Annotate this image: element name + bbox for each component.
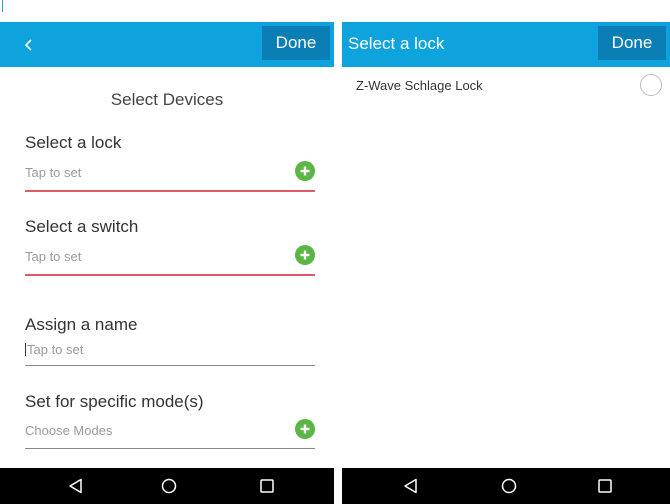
modes-field[interactable]: Set for specific mode(s) Choose Modes bbox=[25, 392, 315, 452]
assign-name-field[interactable]: Assign a name Tap to set bbox=[25, 315, 315, 369]
nav-recents-button[interactable] bbox=[256, 476, 278, 496]
back-button[interactable] bbox=[14, 30, 44, 60]
circle-home-icon bbox=[501, 478, 517, 494]
field-underline bbox=[25, 190, 315, 192]
add-lock-button[interactable] bbox=[295, 161, 315, 181]
lock-list-item[interactable]: Z-Wave Schlage Lock bbox=[342, 70, 670, 100]
field-placeholder: Tap to set bbox=[25, 249, 82, 264]
nav-recents-button[interactable] bbox=[594, 476, 616, 496]
field-underline bbox=[25, 365, 315, 366]
nav-home-button[interactable] bbox=[158, 476, 180, 496]
select-lock-screen: Select a lock Done Z-Wave Schlage Lock bbox=[342, 0, 670, 504]
status-indicator bbox=[2, 0, 3, 12]
add-switch-button[interactable] bbox=[295, 245, 315, 265]
status-bar bbox=[342, 0, 670, 22]
add-mode-button[interactable] bbox=[295, 419, 315, 439]
app-header: Done bbox=[0, 22, 334, 67]
name-input[interactable]: Tap to set bbox=[25, 342, 83, 357]
nav-back-button[interactable] bbox=[65, 476, 87, 496]
field-label: Set for specific mode(s) bbox=[25, 392, 204, 411]
chevron-left-icon bbox=[24, 39, 32, 51]
text-cursor bbox=[25, 343, 26, 356]
android-nav-bar bbox=[342, 468, 670, 504]
triangle-back-icon bbox=[69, 478, 82, 494]
field-label: Assign a name bbox=[25, 315, 138, 334]
header-title: Select a lock bbox=[348, 34, 445, 53]
nav-back-button[interactable] bbox=[400, 476, 422, 496]
android-nav-bar bbox=[0, 468, 334, 504]
status-bar bbox=[0, 0, 334, 22]
triangle-back-icon bbox=[404, 478, 417, 494]
done-button[interactable]: Done bbox=[598, 26, 666, 60]
field-placeholder: Tap to set bbox=[25, 165, 82, 180]
plus-icon bbox=[300, 166, 310, 176]
lock-radio-button[interactable] bbox=[640, 74, 662, 96]
select-devices-screen: Done Select Devices Select a lock Tap to… bbox=[0, 0, 334, 504]
nav-home-button[interactable] bbox=[498, 476, 520, 496]
plus-icon bbox=[300, 250, 310, 260]
field-placeholder: Choose Modes bbox=[25, 423, 113, 438]
square-recents-icon bbox=[598, 479, 612, 493]
screen-divider bbox=[334, 0, 342, 504]
plus-icon bbox=[300, 424, 310, 434]
field-underline bbox=[25, 274, 315, 276]
square-recents-icon bbox=[260, 479, 274, 493]
done-button[interactable]: Done bbox=[262, 26, 330, 60]
name-input-placeholder: Tap to set bbox=[27, 342, 84, 357]
page-title: Select Devices bbox=[110, 90, 224, 109]
select-lock-field[interactable]: Select a lock Tap to set bbox=[25, 133, 315, 195]
field-label: Select a lock bbox=[25, 133, 122, 152]
lock-name: Z-Wave Schlage Lock bbox=[356, 78, 483, 93]
field-underline bbox=[25, 448, 315, 449]
field-label: Select a switch bbox=[25, 217, 139, 236]
select-switch-field[interactable]: Select a switch Tap to set bbox=[25, 217, 315, 279]
app-header: Select a lock Done bbox=[342, 22, 670, 67]
circle-home-icon bbox=[161, 478, 177, 494]
